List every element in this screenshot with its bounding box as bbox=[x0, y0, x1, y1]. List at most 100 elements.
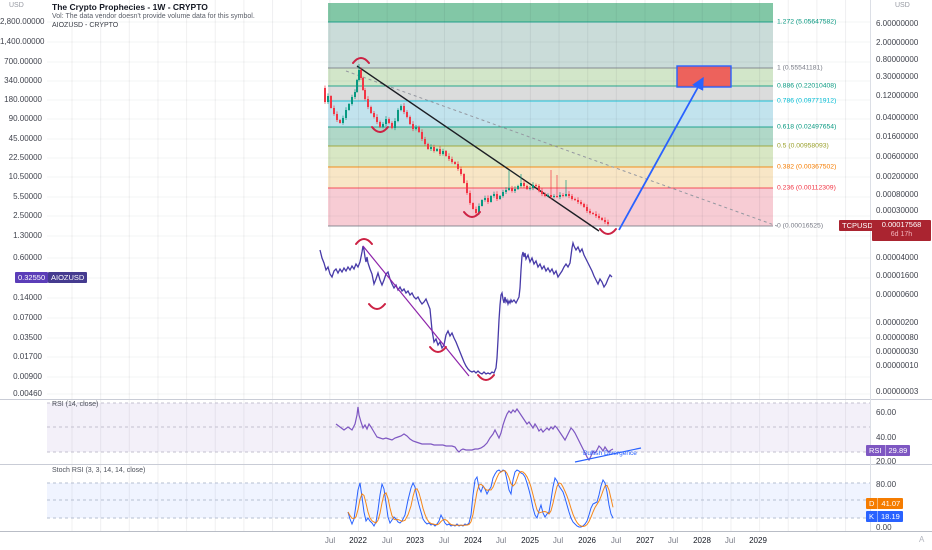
compare-symbol-tag[interactable]: AIOZUSD bbox=[48, 272, 88, 283]
candle-body bbox=[324, 88, 326, 102]
right-axis-tick: 0.04000000 bbox=[876, 113, 919, 122]
time-axis-tick: 2022 bbox=[349, 536, 367, 545]
candle-body bbox=[403, 106, 405, 112]
rsi-value-badge: RSI 29.89 bbox=[866, 445, 911, 456]
candle-body bbox=[442, 151, 444, 154]
candle-body bbox=[333, 108, 335, 114]
left-axis-tick: 180.00000 bbox=[4, 95, 42, 104]
candle-body bbox=[526, 186, 528, 189]
right-axis-tick: 0.30000000 bbox=[876, 72, 919, 81]
time-axis-tick: Jul bbox=[495, 536, 507, 545]
stoch-d-label: D bbox=[869, 499, 875, 508]
right-axis-tick: 0.00001600 bbox=[876, 271, 919, 280]
bullish-divergence-label[interactable]: Bullish Divergence bbox=[583, 450, 637, 457]
left-axis-tick: 0.01700 bbox=[13, 352, 42, 361]
candle-body bbox=[348, 104, 350, 110]
candle-body bbox=[454, 162, 456, 164]
rsi-badge-value: 29.89 bbox=[884, 445, 911, 456]
fib-band bbox=[328, 188, 773, 226]
candle-body bbox=[520, 183, 522, 186]
fib-band bbox=[328, 146, 773, 167]
chart-window: The Crypto Prophecies - 1W - CRYPTO Vol:… bbox=[0, 0, 932, 550]
right-axis-tick: 2.00000000 bbox=[876, 38, 919, 47]
candle-body bbox=[445, 151, 447, 156]
candle-body bbox=[547, 195, 549, 196]
candle-body bbox=[394, 121, 396, 128]
compare-price-value: 0.32550 bbox=[18, 273, 46, 282]
candle-body bbox=[604, 220, 606, 222]
candle-body bbox=[511, 188, 513, 191]
candle-body bbox=[360, 70, 362, 78]
stoch-pane-label[interactable]: Stoch RSI (3, 3, 14, 14, close) bbox=[52, 467, 145, 474]
compare-symbol-label[interactable]: AIOZUSD - CRYPTO bbox=[52, 22, 255, 29]
left-axis-tick: 5.50000 bbox=[13, 192, 42, 201]
symbol-title[interactable]: The Crypto Prophecies - 1W - CRYPTO bbox=[52, 2, 255, 12]
compare-symbol-text: AIOZUSD bbox=[51, 273, 85, 282]
stoch-zone bbox=[47, 483, 870, 518]
target-zone-box bbox=[676, 65, 732, 88]
candle-body bbox=[592, 213, 594, 214]
right-axis-tick: 0.80000000 bbox=[876, 55, 919, 64]
candle-body bbox=[412, 124, 414, 129]
candle-body bbox=[475, 209, 477, 213]
right-axis-tick: 0.00080000 bbox=[876, 190, 919, 199]
time-axis-tick: 2023 bbox=[406, 536, 424, 545]
stoch-k-badge: K 18.19 bbox=[866, 511, 903, 522]
fib-level-label: 0 (0.00016525) bbox=[777, 222, 824, 230]
fib-band bbox=[328, 3, 773, 22]
candle-body bbox=[400, 106, 402, 110]
rsi-axis-tick: 40.00 bbox=[876, 433, 897, 442]
time-axis-tick: Jul bbox=[324, 536, 336, 545]
candle-body bbox=[472, 203, 474, 209]
candle-body bbox=[356, 80, 358, 92]
corner-mark[interactable]: A bbox=[919, 535, 924, 544]
left-axis-tick: 1.30000 bbox=[13, 231, 42, 240]
candle-body bbox=[415, 127, 417, 129]
fib-level-label: 0.5 (0.00958093) bbox=[777, 142, 829, 150]
volume-note: Vol: The data vendor doesn't provide vol… bbox=[52, 13, 255, 20]
candle-body bbox=[496, 194, 498, 199]
candle-body bbox=[499, 196, 501, 199]
time-axis-tick: 2024 bbox=[464, 536, 482, 545]
candle-body bbox=[439, 149, 441, 154]
left-axis-tick: 340.00000 bbox=[4, 76, 42, 85]
candle-body bbox=[354, 92, 356, 97]
last-price-value: 0.00017568 bbox=[881, 220, 922, 229]
rsi-axis-tick: 60.00 bbox=[876, 408, 897, 417]
candle-body bbox=[529, 188, 531, 189]
time-axis-tick: Jul bbox=[552, 536, 564, 545]
left-axis-tick: 0.07000 bbox=[13, 313, 42, 322]
candle-body bbox=[460, 169, 462, 174]
right-axis-tick: 0.00600000 bbox=[876, 152, 919, 161]
candle-body bbox=[409, 117, 411, 124]
candle-body bbox=[517, 186, 519, 189]
candle-body bbox=[523, 183, 525, 186]
candle-body bbox=[406, 112, 408, 117]
candle-body bbox=[351, 97, 353, 104]
chart-legend[interactable]: The Crypto Prophecies - 1W - CRYPTO Vol:… bbox=[52, 2, 255, 29]
candle-body bbox=[493, 194, 495, 196]
bar-countdown: 6d 17h bbox=[890, 231, 913, 238]
candle-body bbox=[379, 122, 381, 127]
left-axis-tick: 0.14000 bbox=[13, 293, 42, 302]
fib-level-label: 0.886 (0.22010408) bbox=[777, 82, 837, 90]
right-axis-tick: 0.00000003 bbox=[876, 387, 919, 396]
candle-body bbox=[583, 204, 585, 207]
rsi-axis-tick: 20.00 bbox=[876, 457, 897, 466]
time-axis-tick: Jul bbox=[610, 536, 622, 545]
fib-level-label: 1.272 (5.05647582) bbox=[777, 18, 837, 26]
candle-body bbox=[436, 149, 438, 151]
candle-body bbox=[430, 147, 432, 149]
candle-body bbox=[463, 174, 465, 183]
time-axis-tick: Jul bbox=[381, 536, 393, 545]
candle-body bbox=[448, 156, 450, 159]
rsi-pane-label[interactable]: RSI (14, close) bbox=[52, 401, 98, 408]
right-axis-tick: 6.00000000 bbox=[876, 19, 919, 28]
candle-body bbox=[556, 196, 558, 197]
time-axis-tick: Jul bbox=[724, 536, 736, 545]
right-axis-tick: 0.00004000 bbox=[876, 253, 919, 262]
right-axis-tick: 0.12000000 bbox=[876, 91, 919, 100]
candle-body bbox=[358, 70, 360, 80]
last-price-badge: 0.00017568 6d 17h bbox=[872, 220, 931, 241]
symbol-tag[interactable]: TCPUSD bbox=[839, 220, 876, 231]
